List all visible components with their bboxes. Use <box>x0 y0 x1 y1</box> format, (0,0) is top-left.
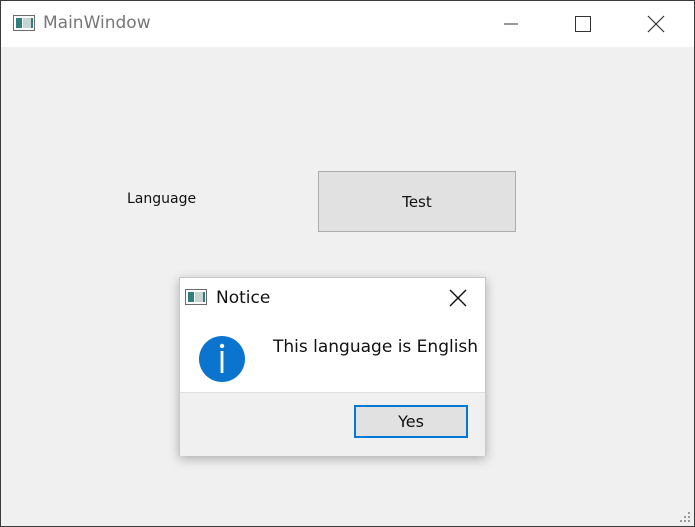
resize-grip-icon[interactable] <box>679 511 691 523</box>
maximize-button[interactable] <box>560 1 606 47</box>
dialog-button-bar: Yes <box>180 392 485 456</box>
notice-dialog: Notice This language is English Yes <box>179 277 486 456</box>
title-bar[interactable]: MainWindow <box>1 1 694 47</box>
minimize-button[interactable] <box>488 1 534 47</box>
dialog-close-button[interactable] <box>444 284 472 312</box>
yes-button[interactable]: Yes <box>354 405 468 438</box>
close-icon <box>449 289 467 307</box>
info-icon <box>199 336 245 382</box>
app-icon <box>13 15 35 31</box>
close-button[interactable] <box>633 1 679 47</box>
maximize-icon <box>575 16 591 32</box>
dialog-message: This language is English <box>273 337 479 357</box>
minimize-icon <box>504 23 518 25</box>
close-icon <box>647 15 665 33</box>
window-title: MainWindow <box>43 13 151 33</box>
dialog-app-icon <box>185 289 207 305</box>
language-label: Language <box>127 191 197 207</box>
test-button[interactable]: Test <box>318 171 516 232</box>
dialog-title: Notice <box>216 288 271 308</box>
